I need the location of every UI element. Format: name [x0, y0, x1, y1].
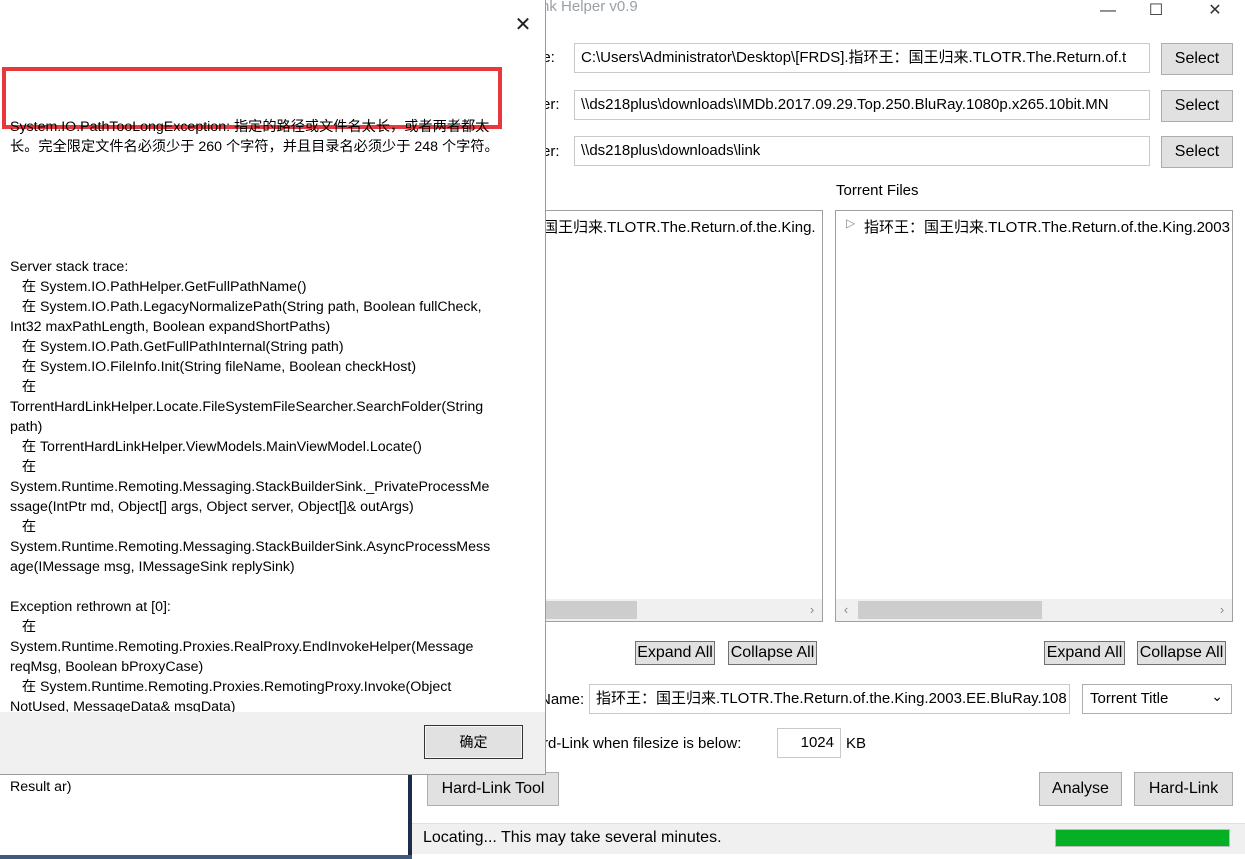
right-expand-all-button[interactable]: Expand All	[1044, 641, 1125, 665]
name-label: Name:	[540, 691, 585, 708]
horizontal-scrollbar[interactable]: ‹ ›	[836, 599, 1232, 621]
analyse-button[interactable]: Analyse	[1039, 772, 1122, 806]
select-source-button[interactable]: Select	[1161, 90, 1233, 122]
close-icon[interactable]: ✕	[1192, 0, 1238, 24]
name-source-select[interactable]: Torrent Title ⌄	[1082, 684, 1232, 714]
torrent-files-tree[interactable]: ▷ 指环王：国王归来.TLOTR.The.Return.of.the.King.…	[835, 210, 1233, 622]
output-name-field[interactable]: 指环王：国王归来.TLOTR.The.Return.of.the.King.20…	[589, 684, 1070, 714]
filesize-unit: KB	[846, 735, 867, 752]
filesize-label: rd-Link when filesize is below:	[543, 735, 742, 752]
error-dialog: ✕ System.IO.PathTooLongException: 指定的路径或…	[0, 0, 546, 795]
name-source-value: Torrent Title	[1090, 690, 1169, 707]
target-folder-field[interactable]: \\ds218plus\downloads\link	[574, 136, 1150, 166]
scroll-right-icon[interactable]: ›	[804, 599, 820, 621]
source-folder-field[interactable]: \\ds218plus\downloads\IMDb.2017.09.29.To…	[574, 90, 1150, 120]
right-collapse-all-button[interactable]: Collapse All	[1137, 641, 1226, 665]
desktop-edge	[0, 855, 412, 859]
hardlink-button[interactable]: Hard-Link	[1134, 772, 1233, 806]
tree-item[interactable]: 国王归来.TLOTR.The.Return.of.the.King.	[543, 216, 816, 237]
maximize-icon[interactable]: ☐	[1133, 0, 1179, 24]
expander-icon[interactable]: ▷	[846, 216, 855, 230]
select-torrent-button[interactable]: Select	[1161, 43, 1233, 75]
status-bar: Locating... This may take several minute…	[412, 823, 1245, 854]
chevron-down-icon: ⌄	[1211, 688, 1223, 704]
select-target-button[interactable]: Select	[1161, 136, 1233, 168]
torrent-file-field[interactable]: C:\Users\Administrator\Desktop\[FRDS].指环…	[574, 43, 1150, 73]
scroll-right-icon[interactable]: ›	[1214, 599, 1230, 621]
minimize-icon[interactable]: —	[1085, 0, 1131, 24]
scroll-left-icon[interactable]: ‹	[838, 599, 854, 621]
torrent-files-header: Torrent Files	[836, 182, 919, 199]
tree-item[interactable]: 指环王：国王归来.TLOTR.The.Return.of.the.King.20…	[864, 216, 1230, 237]
filesize-input[interactable]: 1024	[777, 728, 841, 758]
message-gap	[10, 197, 506, 217]
exception-summary: System.IO.PathTooLongException: 指定的路径或文件…	[10, 119, 499, 155]
close-icon[interactable]: ✕	[508, 12, 538, 38]
left-collapse-all-button[interactable]: Collapse All	[728, 641, 817, 665]
progress-bar	[1055, 829, 1230, 847]
left-expand-all-button[interactable]: Expand All	[635, 641, 715, 665]
ok-button[interactable]: 确定	[424, 725, 523, 759]
scroll-thumb[interactable]	[858, 601, 1042, 619]
